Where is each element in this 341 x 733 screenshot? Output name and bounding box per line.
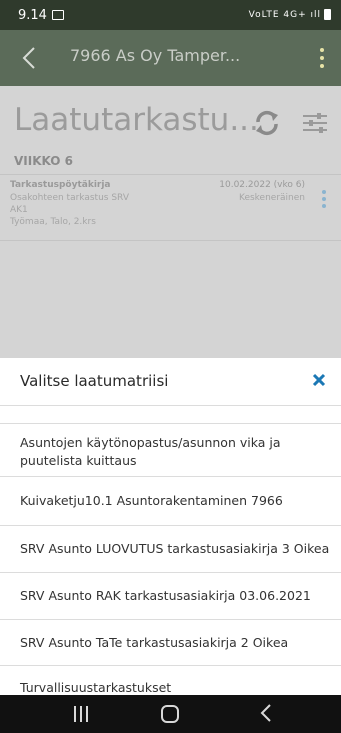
inspection-list-page: Laatutarkastu... VIIKKO 6 Tarkastuspöytä… — [0, 86, 341, 358]
app-bar: 7966 As Oy Tamper... — [0, 30, 341, 86]
battery-icon — [324, 9, 331, 20]
card-menu-button[interactable] — [321, 190, 327, 208]
divider — [0, 572, 341, 573]
recent-apps-icon-bar — [86, 706, 88, 722]
refresh-icon-graphic — [256, 110, 278, 136]
matrix-option[interactable]: SRV Asunto RAK tarkastusasiakirja 03.06.… — [20, 587, 335, 605]
vertical-dots-icon-dot — [322, 197, 326, 201]
recent-apps-button[interactable] — [74, 706, 90, 722]
divider — [0, 174, 341, 175]
card-code: AK1 — [10, 205, 28, 215]
matrix-option[interactable]: SRV Asunto TaTe tarkastusasiakirja 2 Oik… — [20, 634, 335, 652]
back-button[interactable] — [16, 43, 46, 73]
recent-apps-icon-bar — [80, 706, 82, 722]
refresh-icon[interactable] — [252, 108, 282, 138]
home-button[interactable] — [161, 705, 179, 723]
divider — [0, 476, 341, 477]
sheet-header: Valitse laatumatriisi — [0, 358, 341, 405]
divider — [0, 619, 341, 620]
arrow-left-icon — [22, 47, 35, 69]
overflow-menu-button[interactable] — [315, 46, 329, 70]
sheet-title: Valitse laatumatriisi — [20, 372, 169, 390]
divider — [0, 405, 341, 406]
page-title: Laatutarkastu... — [14, 102, 259, 138]
close-icon — [312, 373, 326, 387]
select-matrix-sheet: Valitse laatumatriisi Asuntojen käytönop… — [0, 358, 341, 695]
matrix-option[interactable]: SRV Asunto LUOVUTUS tarkastusasiakirja 3… — [20, 540, 335, 558]
gallery-notification-icon — [52, 10, 64, 20]
close-button[interactable] — [309, 370, 329, 390]
network-indicators: VoLTE 4G+ ıll — [249, 9, 331, 20]
card-title: Tarkastuspöytäkirja — [10, 180, 111, 190]
vertical-dots-icon-dot — [320, 64, 324, 68]
matrix-option[interactable]: Kuivaketju10.1 Asuntorakentaminen 7966 — [20, 492, 335, 510]
card-subtitle: Osakohteen tarkastus SRV — [10, 193, 129, 203]
divider — [0, 423, 341, 424]
week-header: VIIKKO 6 — [14, 154, 74, 168]
status-time: 9.14 — [18, 8, 47, 23]
card-date: 10.02.2022 (vko 6) — [219, 180, 305, 190]
vertical-dots-icon-dot — [320, 56, 324, 60]
sliders-icon[interactable] — [300, 108, 330, 138]
divider — [0, 240, 341, 241]
vertical-dots-icon — [322, 190, 326, 194]
status-bar: 9.14 VoLTE 4G+ ıll — [0, 0, 341, 30]
vertical-dots-icon-dot — [322, 204, 326, 208]
inspection-card[interactable]: Tarkastuspöytäkirja Osakohteen tarkastus… — [0, 176, 341, 240]
divider — [0, 665, 341, 666]
app-title: 7966 As Oy Tamper... — [70, 46, 241, 65]
vertical-dots-icon — [320, 48, 324, 52]
recent-apps-icon — [74, 706, 76, 722]
divider — [0, 525, 341, 526]
card-status: Keskeneräinen — [238, 193, 305, 203]
chevron-left-icon — [260, 704, 271, 722]
system-nav-bar — [0, 695, 341, 733]
matrix-option[interactable]: Asuntojen käytönopastus/asunnon vika ja … — [20, 434, 335, 470]
network-text: VoLTE 4G+ ıll — [248, 10, 321, 20]
sliders-icon-graphic — [303, 113, 327, 133]
card-location: Työmaa, Talo, 2.krs — [10, 217, 96, 227]
system-back-button[interactable] — [260, 703, 272, 728]
